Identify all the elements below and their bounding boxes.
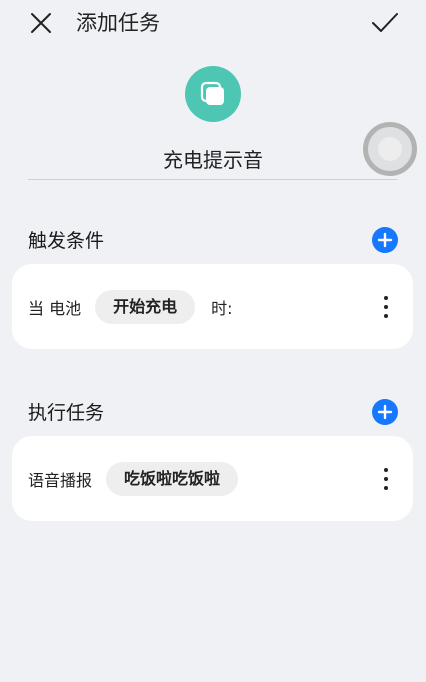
top-app-bar: 添加任务 — [0, 0, 426, 48]
close-button[interactable] — [28, 10, 54, 36]
close-icon — [31, 13, 51, 33]
trigger-row: 当 电池 开始充电 时: — [28, 264, 413, 349]
trigger-suffix-label: 时: — [211, 298, 233, 318]
more-dot — [384, 313, 388, 318]
add-trigger-button[interactable] — [372, 227, 398, 253]
add-action-button[interactable] — [372, 399, 398, 425]
more-vertical-icon — [384, 295, 388, 300]
trigger-section-title: 触发条件 — [28, 230, 105, 252]
check-icon — [372, 13, 398, 32]
action-card: 语音播报 吃饭啦吃饭啦 — [12, 436, 413, 521]
action-more-button[interactable] — [377, 466, 395, 492]
action-label: 语音播报 — [28, 470, 93, 490]
trigger-value-chip[interactable]: 开始充电 — [95, 289, 196, 324]
trigger-label: 当 电池 — [28, 298, 82, 318]
plus-icon — [377, 404, 393, 420]
trigger-card: 当 电池 开始充电 时: — [12, 264, 413, 349]
trigger-more-button[interactable] — [377, 294, 395, 320]
confirm-button[interactable] — [370, 8, 400, 38]
action-row: 语音播报 吃饭啦吃饭啦 — [28, 436, 413, 521]
more-dot — [384, 485, 388, 490]
copy-icon — [200, 81, 224, 105]
action-value-chip[interactable]: 吃饭啦吃饭啦 — [106, 461, 239, 496]
action-section-title: 执行任务 — [28, 402, 105, 424]
more-dot — [384, 304, 388, 309]
task-icon-button[interactable] — [185, 66, 241, 122]
more-dot — [384, 476, 388, 481]
page-title: 添加任务 — [76, 11, 160, 35]
floating-assist-button[interactable] — [363, 122, 417, 176]
task-name-underline — [28, 179, 398, 180]
more-vertical-icon — [384, 467, 388, 472]
plus-icon — [377, 232, 393, 248]
